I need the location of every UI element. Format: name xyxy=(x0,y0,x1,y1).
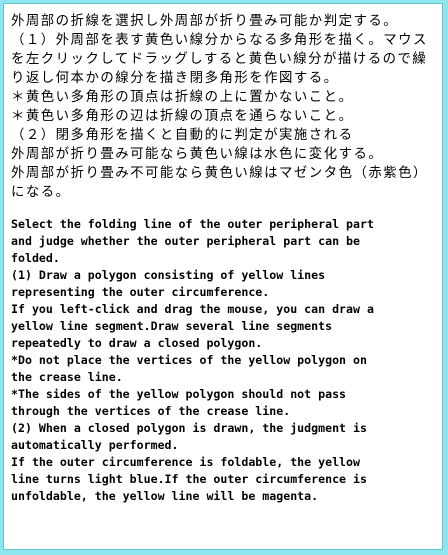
ja-line-6: 外周部が折り畳み可能なら黄色い線は水色に変化する。 xyxy=(11,147,384,162)
en-line-5: representing the outer circumference. xyxy=(11,285,270,299)
en-line-4: (1) Draw a polygon consisting of yellow … xyxy=(11,268,326,282)
en-line-15: If the outer circumference is foldable, … xyxy=(11,455,361,469)
en-line-3: folded. xyxy=(11,251,60,265)
en-line-13: (2) When a closed polygon is drawn, the … xyxy=(11,421,367,435)
en-line-10: the crease line. xyxy=(11,370,123,384)
japanese-instructions: 外周部の折線を選択し外周部が折り畳み可能か判定する。 （１）外周部を表す黄色い線… xyxy=(11,12,436,202)
en-line-1: Select the folding line of the outer per… xyxy=(11,217,374,231)
en-line-16: line turns light blue.If the outer circu… xyxy=(11,472,367,486)
ja-line-4: ＊黄色い多角形の辺は折線の頂点を通らないこと。 xyxy=(11,109,354,124)
ja-line-5: （２）閉多角形を描くと自動的に判定が実施される xyxy=(11,128,354,143)
en-line-2: and judge whether the outer peripheral p… xyxy=(11,234,361,248)
ja-line-2: （１）外周部を表す黄色い線分からなる多角形を描く。マウスを左クリックしてドラッグ… xyxy=(11,33,428,86)
help-text-panel: 外周部の折線を選択し外周部が折り畳み可能か判定する。 （１）外周部を表す黄色い線… xyxy=(3,3,443,550)
ja-line-3: ＊黄色い多角形の頂点は折線の上に置かないこと。 xyxy=(11,90,354,105)
en-line-17: unfoldable, the yellow line will be mage… xyxy=(11,489,319,503)
en-line-8: repeatedly to draw a closed polygon. xyxy=(11,336,263,350)
en-line-11: *The sides of the yellow polygon should … xyxy=(11,387,347,401)
ja-line-1: 外周部の折線を選択し外周部が折り畳み可能か判定する。 xyxy=(11,14,399,29)
en-line-12: through the vertices of the crease line. xyxy=(11,404,291,418)
english-instructions: Select the folding line of the outer per… xyxy=(11,216,436,505)
en-line-9: *Do not place the vertices of the yellow… xyxy=(11,353,367,367)
en-line-14: automatically performed. xyxy=(11,438,179,452)
en-line-7: yellow line segment.Draw several line se… xyxy=(11,319,333,333)
ja-line-7: 外周部が折り畳み不可能なら黄色い線はマゼンタ色（赤紫色）になる。 xyxy=(11,166,428,200)
en-line-6: If you left-click and drag the mouse, yo… xyxy=(11,302,374,316)
